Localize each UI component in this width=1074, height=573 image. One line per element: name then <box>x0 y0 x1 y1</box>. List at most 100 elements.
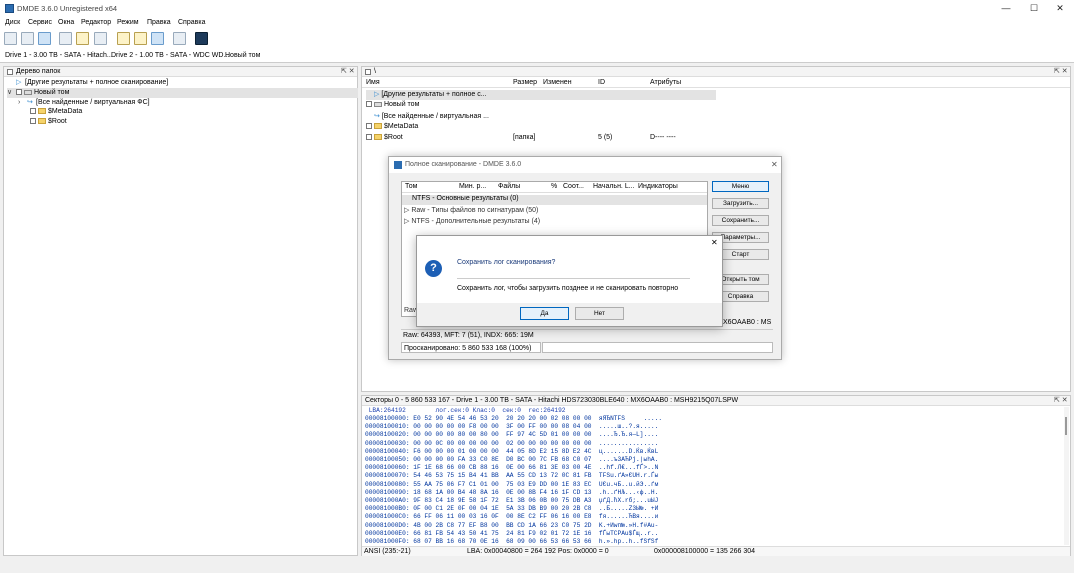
menu-mode[interactable]: Режим <box>117 19 139 26</box>
hex-line[interactable]: 000081000E0: 66 81 FB 54 43 50 41 75 24 … <box>365 530 662 538</box>
row-checkbox[interactable] <box>366 101 372 108</box>
scan-row-raw[interactable]: ▷ Raw - Типы файлов по сигнатурам (50) <box>404 206 538 216</box>
table-row[interactable]: Новый том <box>366 101 419 111</box>
drives-icon[interactable] <box>4 32 17 45</box>
tab-drive-1[interactable]: Drive 1 - 3.00 TB - SATA - Hitach... <box>5 52 113 59</box>
col-files[interactable]: Файлы <box>498 182 520 192</box>
title-bar: DMDE 3.6.0 Unregistered x64 — ☐ ✕ <box>0 0 1074 17</box>
maximize-button[interactable]: ☐ <box>1020 0 1048 17</box>
col-size[interactable]: Размер <box>513 78 537 88</box>
menu-service[interactable]: Сервис <box>28 19 52 26</box>
encoding-status[interactable]: ANSI (235:-21) <box>364 548 411 555</box>
tab-drive-2[interactable]: Drive 2 - 1.00 TB - SATA - WDC WD... <box>111 52 229 59</box>
menu-help[interactable]: Справка <box>178 19 205 26</box>
yes-button[interactable]: Да <box>520 307 569 320</box>
hex-line[interactable]: 00008100030: 00 00 0C 00 00 00 00 00 02 … <box>365 440 662 448</box>
scan-status-2: Просканировано: 5 860 533 168 (100%) <box>401 342 541 353</box>
tree-checkbox[interactable] <box>7 69 13 75</box>
search-icon[interactable] <box>76 32 89 45</box>
panel-controls[interactable]: ⇱ ✕ <box>1054 396 1068 404</box>
folder-icon <box>374 123 382 130</box>
hex-line[interactable]: 000081000D0: 4B 00 2B C8 77 EF B8 00 BB … <box>365 522 662 530</box>
item-checkbox[interactable] <box>30 108 36 115</box>
no-button[interactable]: Нет <box>575 307 624 320</box>
hex-line[interactable]: 00008100040: F6 00 00 00 01 00 00 00 44 … <box>365 448 662 456</box>
hex-scrollbar[interactable] <box>1064 407 1069 545</box>
partitions-icon[interactable] <box>21 32 34 45</box>
menu-windows[interactable]: Окна <box>58 19 74 26</box>
row-checkbox[interactable] <box>366 123 372 130</box>
menu-edit[interactable]: Правка <box>147 19 171 26</box>
close-button[interactable]: ✕ <box>1046 0 1074 17</box>
table-row[interactable]: $MetaData <box>366 123 418 133</box>
drive-tabs: Drive 1 - 3.00 TB - SATA - Hitach... Dri… <box>0 49 1074 63</box>
divider <box>457 278 690 279</box>
panel-controls[interactable]: ⇱ ✕ <box>341 67 355 75</box>
hex-line[interactable]: 000081000A0: 9F 83 C4 18 9E 58 1F 72 E1 … <box>365 497 662 505</box>
tree-item-metadata[interactable]: $MetaData <box>30 108 82 118</box>
close-icon[interactable]: ✕ <box>771 160 778 169</box>
app-icon <box>5 4 14 13</box>
col-id[interactable]: ID <box>598 78 605 88</box>
hex-line[interactable]: 00008100020: 00 00 00 00 80 00 80 00 FF … <box>365 431 662 439</box>
tree-item-root[interactable]: $Root <box>30 118 67 128</box>
goto-icon[interactable] <box>59 32 72 45</box>
menu-disk[interactable]: Диск <box>5 19 20 26</box>
row-attr: D---- ---- <box>650 134 676 141</box>
col-volume[interactable]: Том <box>405 182 417 192</box>
hex-line[interactable]: 00008100090: 18 68 1A 00 B4 48 8A 16 0E … <box>365 489 662 497</box>
hex-line[interactable]: 00008100050: 00 00 00 00 FA 33 C0 8E D0 … <box>365 456 662 464</box>
row-size: [папка] <box>513 134 536 141</box>
table-row[interactable]: ↪ [Все найденные / виртуальная ... <box>366 112 489 122</box>
menu-button[interactable]: Меню <box>712 181 769 192</box>
minimize-button[interactable]: — <box>992 0 1020 17</box>
hex-line[interactable]: 000081000B0: 0F 00 C1 2E 0F 00 04 1E 5A … <box>365 505 662 513</box>
col-min[interactable]: Мин. р... <box>459 182 486 192</box>
save-button[interactable]: Сохранить... <box>712 215 769 226</box>
hex-line[interactable]: 00008100000: E0 52 90 4E 54 46 53 20 20 … <box>365 415 662 423</box>
paste-icon[interactable] <box>134 32 147 45</box>
layout-icon[interactable] <box>173 32 186 45</box>
tree-item-other-results[interactable]: ▷ [Другие результаты + полное сканировани… <box>7 78 168 88</box>
chevron-down-icon[interactable]: ∨ <box>7 88 16 96</box>
hex-dump[interactable]: 00008100000: E0 52 90 4E 54 46 53 20 20 … <box>365 415 662 546</box>
col-start-lba[interactable]: Начальн. L... <box>593 182 635 192</box>
col-name[interactable]: Имя <box>366 78 380 88</box>
panel-controls[interactable]: ⇱ ✕ <box>1054 67 1068 75</box>
hex-line[interactable]: 00008100060: 1F 1E 68 66 00 CB 88 16 0E … <box>365 464 662 472</box>
chevron-right-icon[interactable]: › <box>18 99 27 106</box>
load-button[interactable]: Загрузить... <box>712 198 769 209</box>
close-icon[interactable]: ✕ <box>711 238 718 247</box>
dmde-logo-icon[interactable] <box>195 32 208 45</box>
col-percent[interactable]: % <box>551 182 557 192</box>
item-checkbox[interactable] <box>30 118 36 125</box>
scan-row-ntfs-main[interactable]: NTFS - Основные результаты (0) <box>402 195 707 205</box>
tree-item-new-volume[interactable]: ∨ Новый том <box>7 88 358 98</box>
copy-icon[interactable] <box>117 32 130 45</box>
hex-line[interactable]: 000081000C0: 66 FF 06 11 00 03 16 0F 00 … <box>365 513 662 521</box>
view-icon[interactable] <box>151 32 164 45</box>
table-row[interactable]: ▷ [Другие результаты + полное с... <box>366 90 716 100</box>
col-match[interactable]: Соот... <box>563 182 584 192</box>
hex-scroll-thumb[interactable] <box>1065 417 1067 435</box>
list-icon[interactable] <box>94 32 107 45</box>
col-attributes[interactable]: Атрибуты <box>650 78 681 88</box>
folder-tree-header: Дерево папок ⇱ ✕ <box>4 67 357 77</box>
scan-row-ntfs-extra[interactable]: ▷ NTFS - Дополнительные результаты (4) <box>404 217 540 227</box>
item-checkbox[interactable] <box>16 89 22 96</box>
tree-item-all-found[interactable]: › ↪ [Все найденные / виртуальная ФС] <box>18 98 150 108</box>
row-checkbox[interactable] <box>366 134 372 141</box>
col-changed[interactable]: Изменен <box>543 78 572 88</box>
toolbar <box>0 29 1074 49</box>
path-checkbox[interactable] <box>365 69 371 75</box>
menu-editor[interactable]: Редактор <box>81 19 111 26</box>
hex-line[interactable]: 00008100070: 54 46 53 75 15 B4 41 BB AA … <box>365 472 662 480</box>
column-header: Имя Размер Изменен ID Атрибуты <box>362 78 1070 88</box>
hex-panel: Секторы 0 - 5 860 533 167 - Drive 1 - 3.… <box>361 395 1071 556</box>
tab-new-volume[interactable]: Новый том <box>225 52 260 59</box>
hex-line[interactable]: 00008100010: 00 00 00 00 00 F8 00 00 3F … <box>365 423 662 431</box>
col-indicators[interactable]: Индикаторы <box>638 182 678 192</box>
play-icon[interactable] <box>38 32 51 45</box>
table-row[interactable]: $Root [папка] 5 (5) D---- ---- <box>366 134 706 144</box>
hex-line[interactable]: 00008100080: 55 AA 75 06 F7 C1 01 00 75 … <box>365 481 662 489</box>
